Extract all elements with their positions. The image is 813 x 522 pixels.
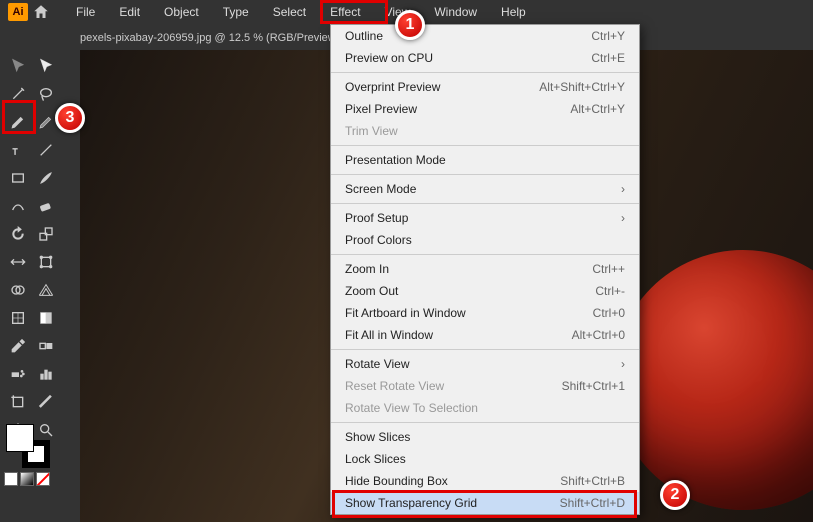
menu-type[interactable]: Type	[213, 2, 259, 22]
selection-tool-icon[interactable]	[5, 53, 31, 79]
fill-swatch[interactable]	[6, 424, 34, 452]
menubar: File Edit Object Type Select Effect View…	[66, 2, 536, 22]
callout-3: 3	[55, 103, 85, 133]
none-color-icon[interactable]	[36, 472, 50, 486]
shaper-tool-icon[interactable]	[5, 193, 31, 219]
pen-tool-icon[interactable]	[5, 109, 31, 135]
blend-tool-icon[interactable]	[33, 333, 59, 359]
document-tab[interactable]: pexels-pixabay-206959.jpg @ 12.5 % (RGB/…	[80, 28, 339, 48]
menu-edit[interactable]: Edit	[109, 2, 150, 22]
menu-item-fit-artboard-in-window[interactable]: Fit Artboard in WindowCtrl+0	[331, 302, 639, 324]
perspective-grid-tool-icon[interactable]	[33, 277, 59, 303]
paintbrush-tool-icon[interactable]	[33, 165, 59, 191]
callout-2: 2	[660, 480, 690, 510]
direct-selection-tool-icon[interactable]	[33, 53, 59, 79]
eyedropper-tool-icon[interactable]	[5, 333, 31, 359]
svg-text:T: T	[13, 148, 18, 157]
menu-item-preview-on-cpu[interactable]: Preview on CPUCtrl+E	[331, 47, 639, 69]
gradient-tool-icon[interactable]	[33, 305, 59, 331]
menu-item-trim-view: Trim View	[331, 120, 639, 142]
line-tool-icon[interactable]	[33, 137, 59, 163]
menu-select[interactable]: Select	[263, 2, 316, 22]
menu-file[interactable]: File	[66, 2, 105, 22]
menu-item-presentation-mode[interactable]: Presentation Mode	[331, 149, 639, 171]
column-graph-tool-icon[interactable]	[33, 361, 59, 387]
menu-item-show-transparency-grid[interactable]: Show Transparency GridShift+Ctrl+D	[331, 492, 639, 514]
menu-item-hide-bounding-box[interactable]: Hide Bounding BoxShift+Ctrl+B	[331, 470, 639, 492]
toolbox: T	[2, 50, 62, 446]
width-tool-icon[interactable]	[5, 249, 31, 275]
eraser-tool-icon[interactable]	[33, 193, 59, 219]
app-logo: Ai	[8, 3, 28, 21]
view-menu-dropdown: OutlineCtrl+YPreview on CPUCtrl+E Overpri…	[330, 24, 640, 515]
menu-item-lock-slices[interactable]: Lock Slices	[331, 448, 639, 470]
menu-effect[interactable]: Effect	[320, 2, 370, 22]
mesh-tool-icon[interactable]	[5, 305, 31, 331]
fill-stroke-swatch[interactable]	[6, 424, 50, 468]
gradient-color-icon[interactable]	[20, 472, 34, 486]
shape-builder-tool-icon[interactable]	[5, 277, 31, 303]
menu-help[interactable]: Help	[491, 2, 536, 22]
solid-color-icon[interactable]	[4, 472, 18, 486]
lasso-tool-icon[interactable]	[33, 81, 59, 107]
free-transform-tool-icon[interactable]	[33, 249, 59, 275]
artboard-tool-icon[interactable]	[5, 389, 31, 415]
canvas-image-apple	[613, 250, 813, 510]
menu-item-pixel-preview[interactable]: Pixel PreviewAlt+Ctrl+Y	[331, 98, 639, 120]
rectangle-tool-icon[interactable]	[5, 165, 31, 191]
symbol-sprayer-tool-icon[interactable]	[5, 361, 31, 387]
menu-item-zoom-in[interactable]: Zoom InCtrl++	[331, 258, 639, 280]
menu-item-reset-rotate-view: Reset Rotate ViewShift+Ctrl+1	[331, 375, 639, 397]
slice-tool-icon[interactable]	[33, 389, 59, 415]
menu-item-rotate-view[interactable]: Rotate View›	[331, 353, 639, 375]
type-tool-icon[interactable]: T	[5, 137, 31, 163]
callout-1: 1	[395, 10, 425, 40]
menu-item-outline[interactable]: OutlineCtrl+Y	[331, 25, 639, 47]
menu-item-rotate-view-to-selection: Rotate View To Selection	[331, 397, 639, 419]
menu-item-fit-all-in-window[interactable]: Fit All in WindowAlt+Ctrl+0	[331, 324, 639, 346]
color-mode-row	[2, 472, 58, 486]
magic-wand-tool-icon[interactable]	[5, 81, 31, 107]
menu-object[interactable]: Object	[154, 2, 209, 22]
scale-tool-icon[interactable]	[33, 221, 59, 247]
menu-window[interactable]: Window	[424, 2, 487, 22]
menu-item-proof-colors[interactable]: Proof Colors	[331, 229, 639, 251]
menu-item-proof-setup[interactable]: Proof Setup›	[331, 207, 639, 229]
color-swatch-area	[2, 420, 58, 486]
menu-item-overprint-preview[interactable]: Overprint PreviewAlt+Shift+Ctrl+Y	[331, 76, 639, 98]
home-icon[interactable]	[32, 3, 50, 21]
menu-item-screen-mode[interactable]: Screen Mode›	[331, 178, 639, 200]
rotate-tool-icon[interactable]	[5, 221, 31, 247]
menu-item-zoom-out[interactable]: Zoom OutCtrl+-	[331, 280, 639, 302]
menu-item-show-slices[interactable]: Show Slices	[331, 426, 639, 448]
